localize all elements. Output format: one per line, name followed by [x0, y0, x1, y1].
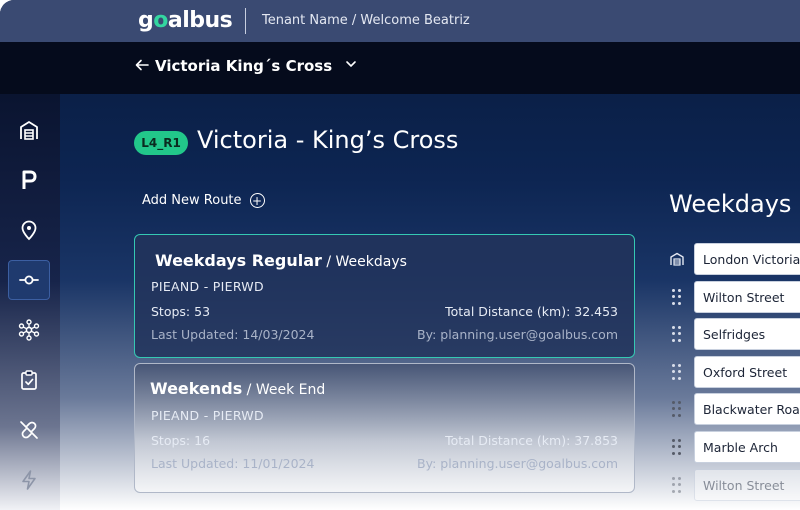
stop-name-field[interactable]: Wilton Street: [694, 281, 800, 313]
sidebar-item-parking[interactable]: [8, 160, 50, 200]
stop-name-field[interactable]: Wilton Street: [694, 469, 800, 501]
route-total-distance: Total Distance (km): 32.453: [445, 304, 618, 319]
sidebar-item-network[interactable]: [8, 310, 50, 350]
location-pin-icon: [21, 220, 37, 241]
stop-name-field[interactable]: Selfridges: [694, 318, 800, 350]
lightning-icon: [22, 470, 36, 490]
plus-circle-icon: +: [249, 193, 265, 208]
route-code: PIEAND - PIERWD: [151, 279, 264, 294]
route-schedule: Week End: [255, 382, 326, 398]
sidebar-item-routes[interactable]: [8, 260, 50, 300]
stop-row[interactable]: London Victoria: [668, 243, 800, 275]
stop-row[interactable]: Marble Arch: [668, 431, 800, 463]
network-icon: [18, 319, 40, 341]
route-updated-by: By: planning.user@goalbus.com: [417, 456, 618, 471]
stops-panel-title: Weekdays: [669, 190, 792, 218]
drag-handle-icon[interactable]: [672, 439, 682, 455]
sidebar: [0, 94, 60, 510]
route-code: PIEAND - PIERWD: [151, 408, 264, 423]
parking-icon: [22, 170, 37, 189]
page-title: Victoria - King’s Cross: [197, 126, 459, 154]
depot-icon: [20, 121, 38, 140]
route-last-updated: Last Updated: 14/03/2024: [151, 327, 315, 342]
stop-name-field[interactable]: Marble Arch: [694, 431, 800, 463]
route-updated-by: By: planning.user@goalbus.com: [417, 327, 618, 342]
route-total-distance: Total Distance (km): 37.853: [445, 433, 618, 448]
stop-row[interactable]: Blackwater Road: [668, 393, 800, 425]
stop-row[interactable]: Wilton Street: [668, 281, 800, 313]
app-window: goalbus Tenant Name / Welcome Beatriz Vi…: [0, 0, 800, 510]
stop-row[interactable]: Wilton Street: [668, 469, 800, 501]
drag-handle-icon[interactable]: [672, 401, 682, 417]
sidebar-item-depot[interactable]: [8, 110, 50, 150]
route-stops-count: Stops: 16: [151, 433, 211, 448]
route-code-badge: L4_R1: [134, 131, 188, 155]
route-schedule: Weekdays: [335, 254, 407, 270]
top-bar: goalbus Tenant Name / Welcome Beatriz: [0, 0, 800, 42]
header-divider: [245, 8, 246, 34]
tenant-welcome-text: Tenant Name / Welcome Beatriz: [262, 13, 470, 28]
sidebar-item-unlink[interactable]: [8, 410, 50, 450]
drag-handle-icon[interactable]: [672, 364, 682, 380]
clipboard-check-icon: [21, 370, 37, 390]
route-name: Weekdays Regular: [155, 251, 322, 270]
drag-handle-icon[interactable]: [672, 477, 682, 493]
stop-name-field[interactable]: Blackwater Road: [694, 393, 800, 425]
route-last-updated: Last Updated: 11/01/2024: [151, 456, 315, 471]
route-icon: [19, 275, 39, 285]
route-card-title: Weekends / Week End: [150, 379, 326, 398]
add-new-route-label: Add New Route: [142, 193, 242, 208]
route-name: Weekends: [150, 379, 243, 398]
unlink-icon: [20, 421, 38, 439]
stop-name-field[interactable]: Oxford Street: [694, 356, 800, 388]
route-card-weekdays-regular[interactable]: Weekdays Regular / Weekdays PIEAND - PIE…: [134, 234, 635, 358]
sidebar-item-tasks[interactable]: [8, 360, 50, 400]
depot-icon: [669, 251, 685, 267]
stop-row[interactable]: Oxford Street: [668, 356, 800, 388]
sidebar-item-location[interactable]: [8, 210, 50, 250]
drag-handle-icon[interactable]: [672, 289, 682, 305]
route-card-title: Weekdays Regular / Weekdays: [155, 251, 407, 270]
route-header-bar: [0, 42, 800, 94]
route-selector[interactable]: Victoria King´s Cross: [155, 57, 332, 75]
goalbus-logo[interactable]: goalbus: [138, 8, 233, 33]
route-stops-count: Stops: 53: [151, 304, 211, 319]
sidebar-item-power[interactable]: [8, 460, 50, 500]
stop-row[interactable]: Selfridges: [668, 318, 800, 350]
stop-name-field[interactable]: London Victoria: [694, 243, 800, 275]
chevron-down-icon[interactable]: [345, 59, 357, 72]
route-card-weekends[interactable]: Weekends / Week End PIEAND - PIERWD Stop…: [134, 363, 635, 493]
drag-handle-icon[interactable]: [672, 326, 682, 342]
arrow-left-icon[interactable]: [135, 58, 149, 76]
add-new-route-button[interactable]: Add New Route +: [142, 193, 265, 208]
